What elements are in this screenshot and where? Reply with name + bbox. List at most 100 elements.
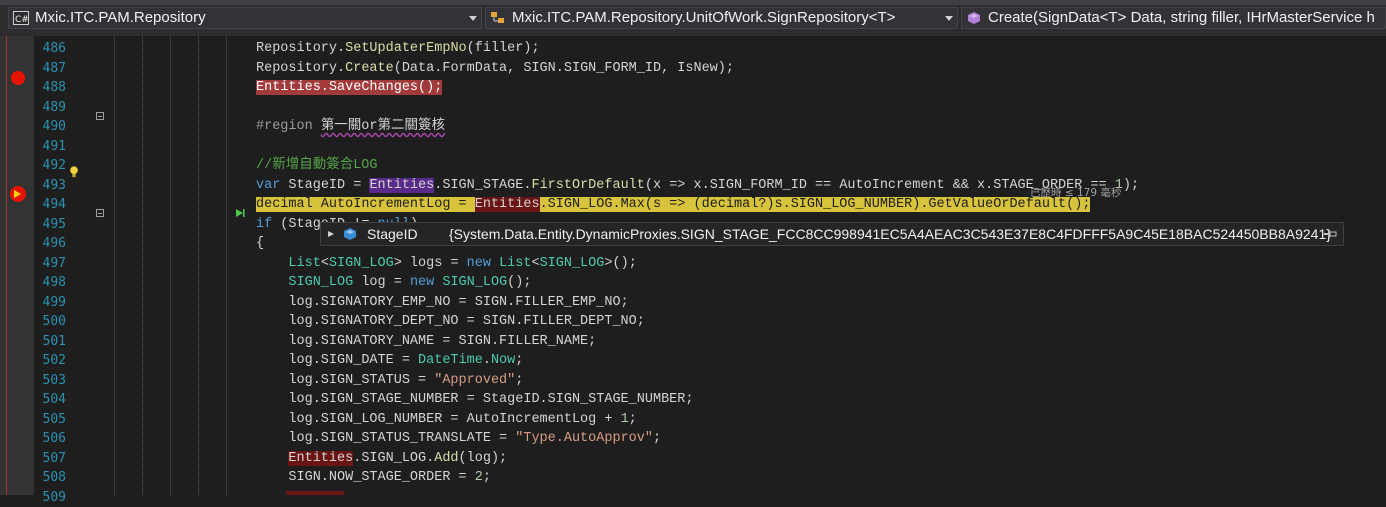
code-line[interactable]: 508 SIGN.NOW_STAGE_ORDER = 2; <box>34 468 1386 488</box>
code-token: 1 <box>621 412 629 427</box>
code-line[interactable]: 509 <box>34 488 1386 507</box>
code-token: List <box>288 256 320 271</box>
code-text: SIGN.NOW_STAGE_ORDER = 2; <box>256 468 491 488</box>
collapse-region-icon[interactable] <box>96 112 104 120</box>
code-text: List<SIGN_LOG> logs = new List<SIGN_LOG>… <box>256 254 637 274</box>
code-token: log.SIGN_STATUS = <box>256 373 434 388</box>
code-token: if <box>256 217 272 232</box>
class-dropdown[interactable]: Mxic.ITC.PAM.Repository.UnitOfWork.SignR… <box>485 7 958 29</box>
code-token: log.SIGNATORY_EMP_NO = SIGN.FILLER_EMP_N… <box>256 295 629 310</box>
code-token: new <box>410 275 434 290</box>
code-line[interactable]: 502 log.SIGN_DATE = DateTime.Now; <box>34 351 1386 371</box>
line-number: 488 <box>34 78 66 98</box>
code-line[interactable]: 498 SIGN_LOG log = new SIGN_LOG(); <box>34 273 1386 293</box>
lightbulb-icon[interactable] <box>69 166 79 178</box>
code-line[interactable]: 493var StageID = Entities.SIGN_STAGE.Fir… <box>34 176 1386 196</box>
class-icon <box>490 11 506 25</box>
code-line[interactable]: 506 log.SIGN_STATUS_TRANSLATE = "Type.Au… <box>34 429 1386 449</box>
class-name: Mxic.ITC.PAM.Repository.UnitOfWork.SignR… <box>512 8 895 28</box>
code-line[interactable]: 500 log.SIGNATORY_DEPT_NO = SIGN.FILLER_… <box>34 312 1386 332</box>
datatip-tooltip[interactable]: StageID {System.Data.Entity.DynamicProxi… <box>320 222 1344 246</box>
line-number: 505 <box>34 410 66 430</box>
code-token: log.SIGNATORY_NAME = SIGN.FILLER_NAME; <box>256 334 596 349</box>
code-token: Now <box>491 353 515 368</box>
method-icon <box>966 11 982 25</box>
navigation-bar: C# Mxic.ITC.PAM.Repository Mxic.ITC.PAM.… <box>0 0 1386 36</box>
code-line[interactable]: 486Repository.SetUpdaterEmpNo(filler); <box>34 39 1386 59</box>
breakpoint-icon[interactable] <box>11 71 25 85</box>
code-text: #region 第一關or第二關簽核 <box>256 117 445 137</box>
code-line[interactable]: 497 List<SIGN_LOG> logs = new List<SIGN_… <box>34 254 1386 274</box>
project-name: Mxic.ITC.PAM.Repository <box>35 8 206 28</box>
code-text: log.SIGN_STAGE_NUMBER = StageID.SIGN_STA… <box>256 390 693 410</box>
line-number: 508 <box>34 468 66 488</box>
code-token: log = <box>353 275 410 290</box>
datatip-name: StageID <box>367 223 418 245</box>
line-number: 491 <box>34 137 66 157</box>
code-line[interactable]: 491 <box>34 137 1386 157</box>
code-line[interactable]: 503 log.SIGN_STATUS = "Approved"; <box>34 371 1386 391</box>
code-token: Repository. <box>256 41 345 56</box>
line-number: 487 <box>34 59 66 79</box>
code-line[interactable]: 488Entities.SaveChanges(); <box>34 78 1386 98</box>
code-token: SIGN_LOG <box>442 275 507 290</box>
code-text: decimal AutoIncrementLog = Entities.SIGN… <box>256 195 1090 215</box>
breakpoint-margin-line <box>6 36 7 495</box>
project-dropdown[interactable]: C# Mxic.ITC.PAM.Repository <box>8 7 482 29</box>
highlight-fragment <box>286 491 344 495</box>
code-text: log.SIGNATORY_EMP_NO = SIGN.FILLER_EMP_N… <box>256 293 629 313</box>
code-editor[interactable]: 486Repository.SetUpdaterEmpNo(filler);48… <box>34 36 1386 495</box>
code-token: { <box>256 236 264 251</box>
code-text: SIGN_LOG log = new SIGN_LOG(); <box>256 273 531 293</box>
code-token: (); <box>507 275 531 290</box>
code-text: { <box>256 234 264 254</box>
top-strip <box>0 0 1386 5</box>
code-token: Entities <box>475 197 540 212</box>
code-token: decimal AutoIncrementLog = <box>256 197 475 212</box>
datatip-value: {System.Data.Entity.DynamicProxies.SIGN_… <box>449 223 1331 245</box>
code-text: log.SIGNATORY_NAME = SIGN.FILLER_NAME; <box>256 332 596 352</box>
line-number: 503 <box>34 371 66 391</box>
code-line[interactable]: 505 log.SIGN_LOG_NUMBER = AutoIncrementL… <box>34 410 1386 430</box>
code-line[interactable]: 501 log.SIGNATORY_NAME = SIGN.FILLER_NAM… <box>34 332 1386 352</box>
code-token <box>256 451 288 466</box>
chevron-down-icon <box>469 16 477 21</box>
member-name: Create(SignData<T> Data, string filler, … <box>988 8 1375 28</box>
code-line[interactable]: 499 log.SIGNATORY_EMP_NO = SIGN.FILLER_E… <box>34 293 1386 313</box>
code-token: new <box>467 256 491 271</box>
field-icon <box>343 227 357 241</box>
code-token: var <box>256 178 280 193</box>
member-dropdown[interactable]: Create(SignData<T> Data, string filler, … <box>961 7 1386 29</box>
code-line[interactable]: 489 <box>34 98 1386 118</box>
code-token: (Data.FormData, SIGN.SIGN_FORM_ID, IsNew… <box>394 61 734 76</box>
code-token: log.SIGN_STAGE_NUMBER = StageID.SIGN_STA… <box>256 392 693 407</box>
code-token <box>256 256 288 271</box>
code-token: ; <box>483 470 491 485</box>
code-line[interactable]: 507 Entities.SIGN_LOG.Add(log); <box>34 449 1386 469</box>
pin-icon[interactable] <box>1323 228 1337 240</box>
collapse-region-icon[interactable] <box>96 209 104 217</box>
code-line[interactable]: 487Repository.Create(Data.FormData, SIGN… <box>34 59 1386 79</box>
line-number: 489 <box>34 98 66 118</box>
code-line[interactable]: 492//新增自動簽合LOG <box>34 156 1386 176</box>
line-number: 497 <box>34 254 66 274</box>
line-number: 504 <box>34 390 66 410</box>
perf-tip: 已歷時 ≤ 179 毫秒 <box>1030 184 1121 204</box>
run-to-click-icon[interactable] <box>234 207 246 219</box>
code-token: Entities <box>369 178 434 193</box>
code-text: log.SIGN_STATUS_TRANSLATE = "Type.AutoAp… <box>256 429 661 449</box>
code-token: 第一關or第二關簽核 <box>321 119 445 134</box>
current-statement-arrow-icon[interactable] <box>10 186 26 202</box>
code-line[interactable]: 504 log.SIGN_STAGE_NUMBER = StageID.SIGN… <box>34 390 1386 410</box>
code-token: > logs = <box>394 256 467 271</box>
code-line[interactable]: 490 #region 第一關or第二關簽核 <box>34 117 1386 137</box>
line-number: 500 <box>34 312 66 332</box>
code-token: .SIGN_LOG. <box>353 451 434 466</box>
code-text: Repository.SetUpdaterEmpNo(filler); <box>256 39 540 59</box>
code-token: 2 <box>475 470 483 485</box>
code-text: log.SIGNATORY_DEPT_NO = SIGN.FILLER_DEPT… <box>256 312 645 332</box>
code-token: SIGN_LOG <box>540 256 605 271</box>
code-token: Entities <box>288 451 353 466</box>
expand-icon[interactable] <box>327 230 335 238</box>
line-number: 490 <box>34 117 66 137</box>
